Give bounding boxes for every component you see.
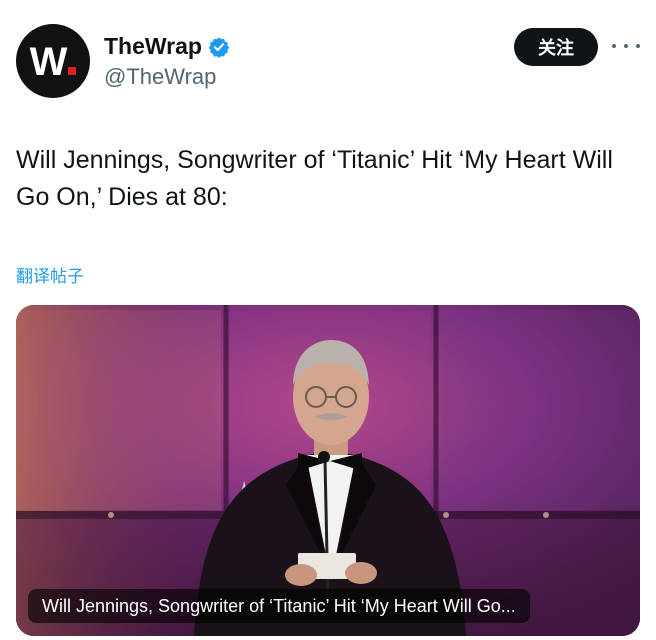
media-image [16, 305, 640, 636]
translate-post-link[interactable]: 翻译帖子 [16, 262, 84, 287]
follow-button[interactable]: 关注 [514, 28, 598, 66]
media-caption: Will Jennings, Songwriter of ‘Titanic’ H… [28, 589, 530, 623]
more-options-icon[interactable] [612, 36, 640, 56]
logo-letter: W [29, 39, 68, 84]
verified-badge-icon[interactable] [208, 36, 230, 58]
display-name[interactable]: TheWrap [104, 33, 202, 60]
logo-red-dot [68, 66, 77, 75]
thewrap-logo: W [30, 40, 77, 85]
tweet-media[interactable] [16, 305, 640, 636]
tweet-text: Will Jennings, Songwriter of ‘Titanic’ H… [16, 146, 613, 211]
handle[interactable]: @TheWrap [104, 64, 216, 90]
name-row: TheWrap [104, 33, 230, 60]
avatar[interactable]: W [16, 24, 90, 98]
